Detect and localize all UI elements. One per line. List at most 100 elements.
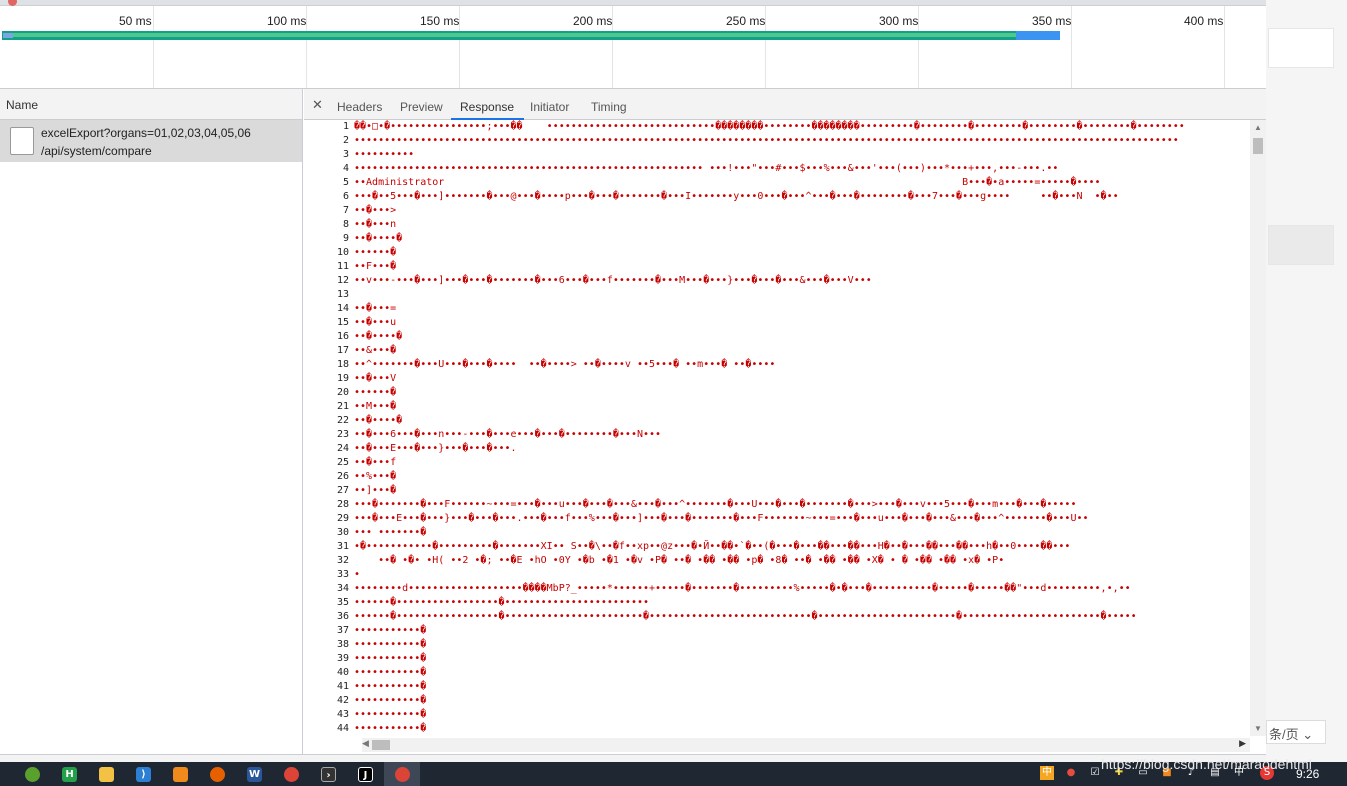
folder-icon[interactable] [99,767,114,782]
response-line: 23 ••�•••6•••�•••n•••-•••�•••e•••�•••�•••… [304,428,1250,442]
line-number: 18 [336,359,349,370]
word-icon[interactable]: W [247,767,262,782]
h-icon[interactable]: H [62,767,77,782]
request-waterfall-bar[interactable] [2,31,1060,40]
line-number: 7 [342,205,349,216]
screen: 50 ms 100 ms 150 ms 200 ms 250 ms 300 ms… [0,0,1347,786]
timeline-tick-label: 250 ms [726,14,766,28]
timeline-tick-label: 400 ms [1184,14,1224,28]
line-number: 1 [342,121,349,132]
line-text: ••�•••E•••�•••}•••�•••�•••. [354,443,517,454]
line-number: 26 [336,471,349,482]
line-number: 16 [336,331,349,342]
scroll-up-icon[interactable]: ▲ [1254,123,1262,132]
response-line: 26 ••%•••� [304,470,1250,484]
page-size-label: 条/页 [1269,727,1299,742]
firefox-icon[interactable] [210,767,225,782]
line-text: •••••••••••� [354,709,427,720]
page-size-select[interactable]: 条/页 ⌄ [1266,720,1326,744]
terminal-icon[interactable]: › [321,767,336,782]
line-text: •••••••••••� [354,723,427,734]
background-page: 条/页 ⌄ [1266,0,1347,762]
hbuilder-icon[interactable] [25,767,40,782]
vscode-icon[interactable]: ⟩ [136,767,151,782]
detail-tab-bar: ✕ Headers Preview Response Initiator Tim… [304,89,1266,120]
response-body-viewer[interactable]: 1 ��•□•�••••••••••••••••;•••�� ••••••••••… [304,120,1250,736]
scroll-right-icon[interactable]: ▶ [1239,738,1246,749]
tab-initiator[interactable]: Initiator [530,89,569,120]
tab-timing[interactable]: Timing [591,89,627,120]
line-number: 3 [342,149,349,160]
response-line: 38 •••••••••••� [304,638,1250,652]
tray-app-icon[interactable]: ● [1064,766,1078,780]
response-line: 13 [304,288,1250,302]
timeline-tick-label: 100 ms [267,14,307,28]
response-line: 5 ••Administrator B•••�•a•••••=•••••�•••• [304,176,1250,190]
ime-icon[interactable]: 中 [1040,766,1054,780]
line-text: ••F•••� [354,261,397,272]
line-number: 12 [336,275,349,286]
close-icon[interactable]: ✕ [312,97,323,113]
timeline-gridline [1224,6,1225,88]
response-line: 6 •••�••5•••�•••]•••••••�•••@•••�••••p•••… [304,190,1250,204]
line-number: 5 [342,177,349,188]
intellij-icon[interactable]: J [358,767,373,782]
line-number: 33 [336,569,349,580]
line-text: ••�••••� [354,331,403,342]
response-line: 11 ••F•••� [304,260,1250,274]
status-bar [0,754,1266,762]
line-number: 8 [342,219,349,230]
queue-segment [3,33,13,38]
tab-response[interactable]: Response [451,89,525,120]
scrollbar-thumb[interactable] [372,740,390,750]
name-column-header[interactable]: Name [0,89,302,120]
line-text: • [354,569,361,580]
response-line: 40 •••••••••••� [304,666,1250,680]
horizontal-scrollbar[interactable]: ◀ ▶ [362,738,1250,752]
line-text: ••••••�•••••••••••••••••�•••••••••••••••… [354,597,650,608]
watermark: https://blog.csdn.net/maraodehtml [1101,756,1312,772]
scroll-left-icon[interactable]: ◀ [362,738,369,749]
line-text: ••�•••= [354,303,397,314]
line-text: ••�•••> [354,205,397,216]
response-line: 8 ••�•••n [304,218,1250,232]
timeline-tick-label: 200 ms [573,14,613,28]
request-path: /api/system/compare [41,144,152,158]
line-text: •••••••••• [354,149,415,160]
app-icon[interactable] [173,767,188,782]
line-number: 15 [336,317,349,328]
timeline-gridline [153,6,154,88]
tab-preview[interactable]: Preview [400,89,443,120]
tab-headers[interactable]: Headers [337,89,382,120]
response-line: 27 ••]•••� [304,484,1250,498]
chrome-icon[interactable] [284,767,299,782]
line-number: 23 [336,429,349,440]
line-number: 9 [342,233,349,244]
tray-app-icon[interactable]: ☑ [1088,766,1102,780]
line-number: 2 [342,135,349,146]
request-row[interactable]: excelExport?organs=01,02,03,04,05,06 /ap… [0,120,302,162]
network-timeline-overview[interactable]: 50 ms 100 ms 150 ms 200 ms 250 ms 300 ms… [0,6,1266,89]
line-text: •••••••••••� [354,639,427,650]
line-text: •••�•••••••�•••F••••••~•••=•••�•••u•••�•… [354,499,1077,510]
vertical-scrollbar[interactable]: ▲ ▼ [1250,120,1266,736]
line-number: 14 [336,303,349,314]
timeline-tick-label: 300 ms [879,14,919,28]
response-line: 21 ••M•••� [304,400,1250,414]
response-line: 20 ••••••� [304,386,1250,400]
line-number: 28 [336,499,349,510]
response-line: 41 •••••••••••� [304,680,1250,694]
scrollbar-thumb[interactable] [1253,138,1263,154]
response-line: 36 ••••••�•••••••••••••••••�•••••••••••••… [304,610,1250,624]
line-number: 30 [336,527,349,538]
response-line: 24 ••�•••E•••�•••}•••�•••�•••. [304,442,1250,456]
line-text: •••••••••••� [354,625,427,636]
chrome-icon[interactable] [395,767,410,782]
line-text: ••�•••f [354,457,397,468]
line-number: 44 [336,723,349,734]
timeline-tick-label: 350 ms [1032,14,1072,28]
response-line: 37 •••••••••••� [304,624,1250,638]
download-segment [1016,31,1060,40]
scroll-down-icon[interactable]: ▼ [1254,724,1262,733]
line-text: •••••••••••� [354,667,427,678]
